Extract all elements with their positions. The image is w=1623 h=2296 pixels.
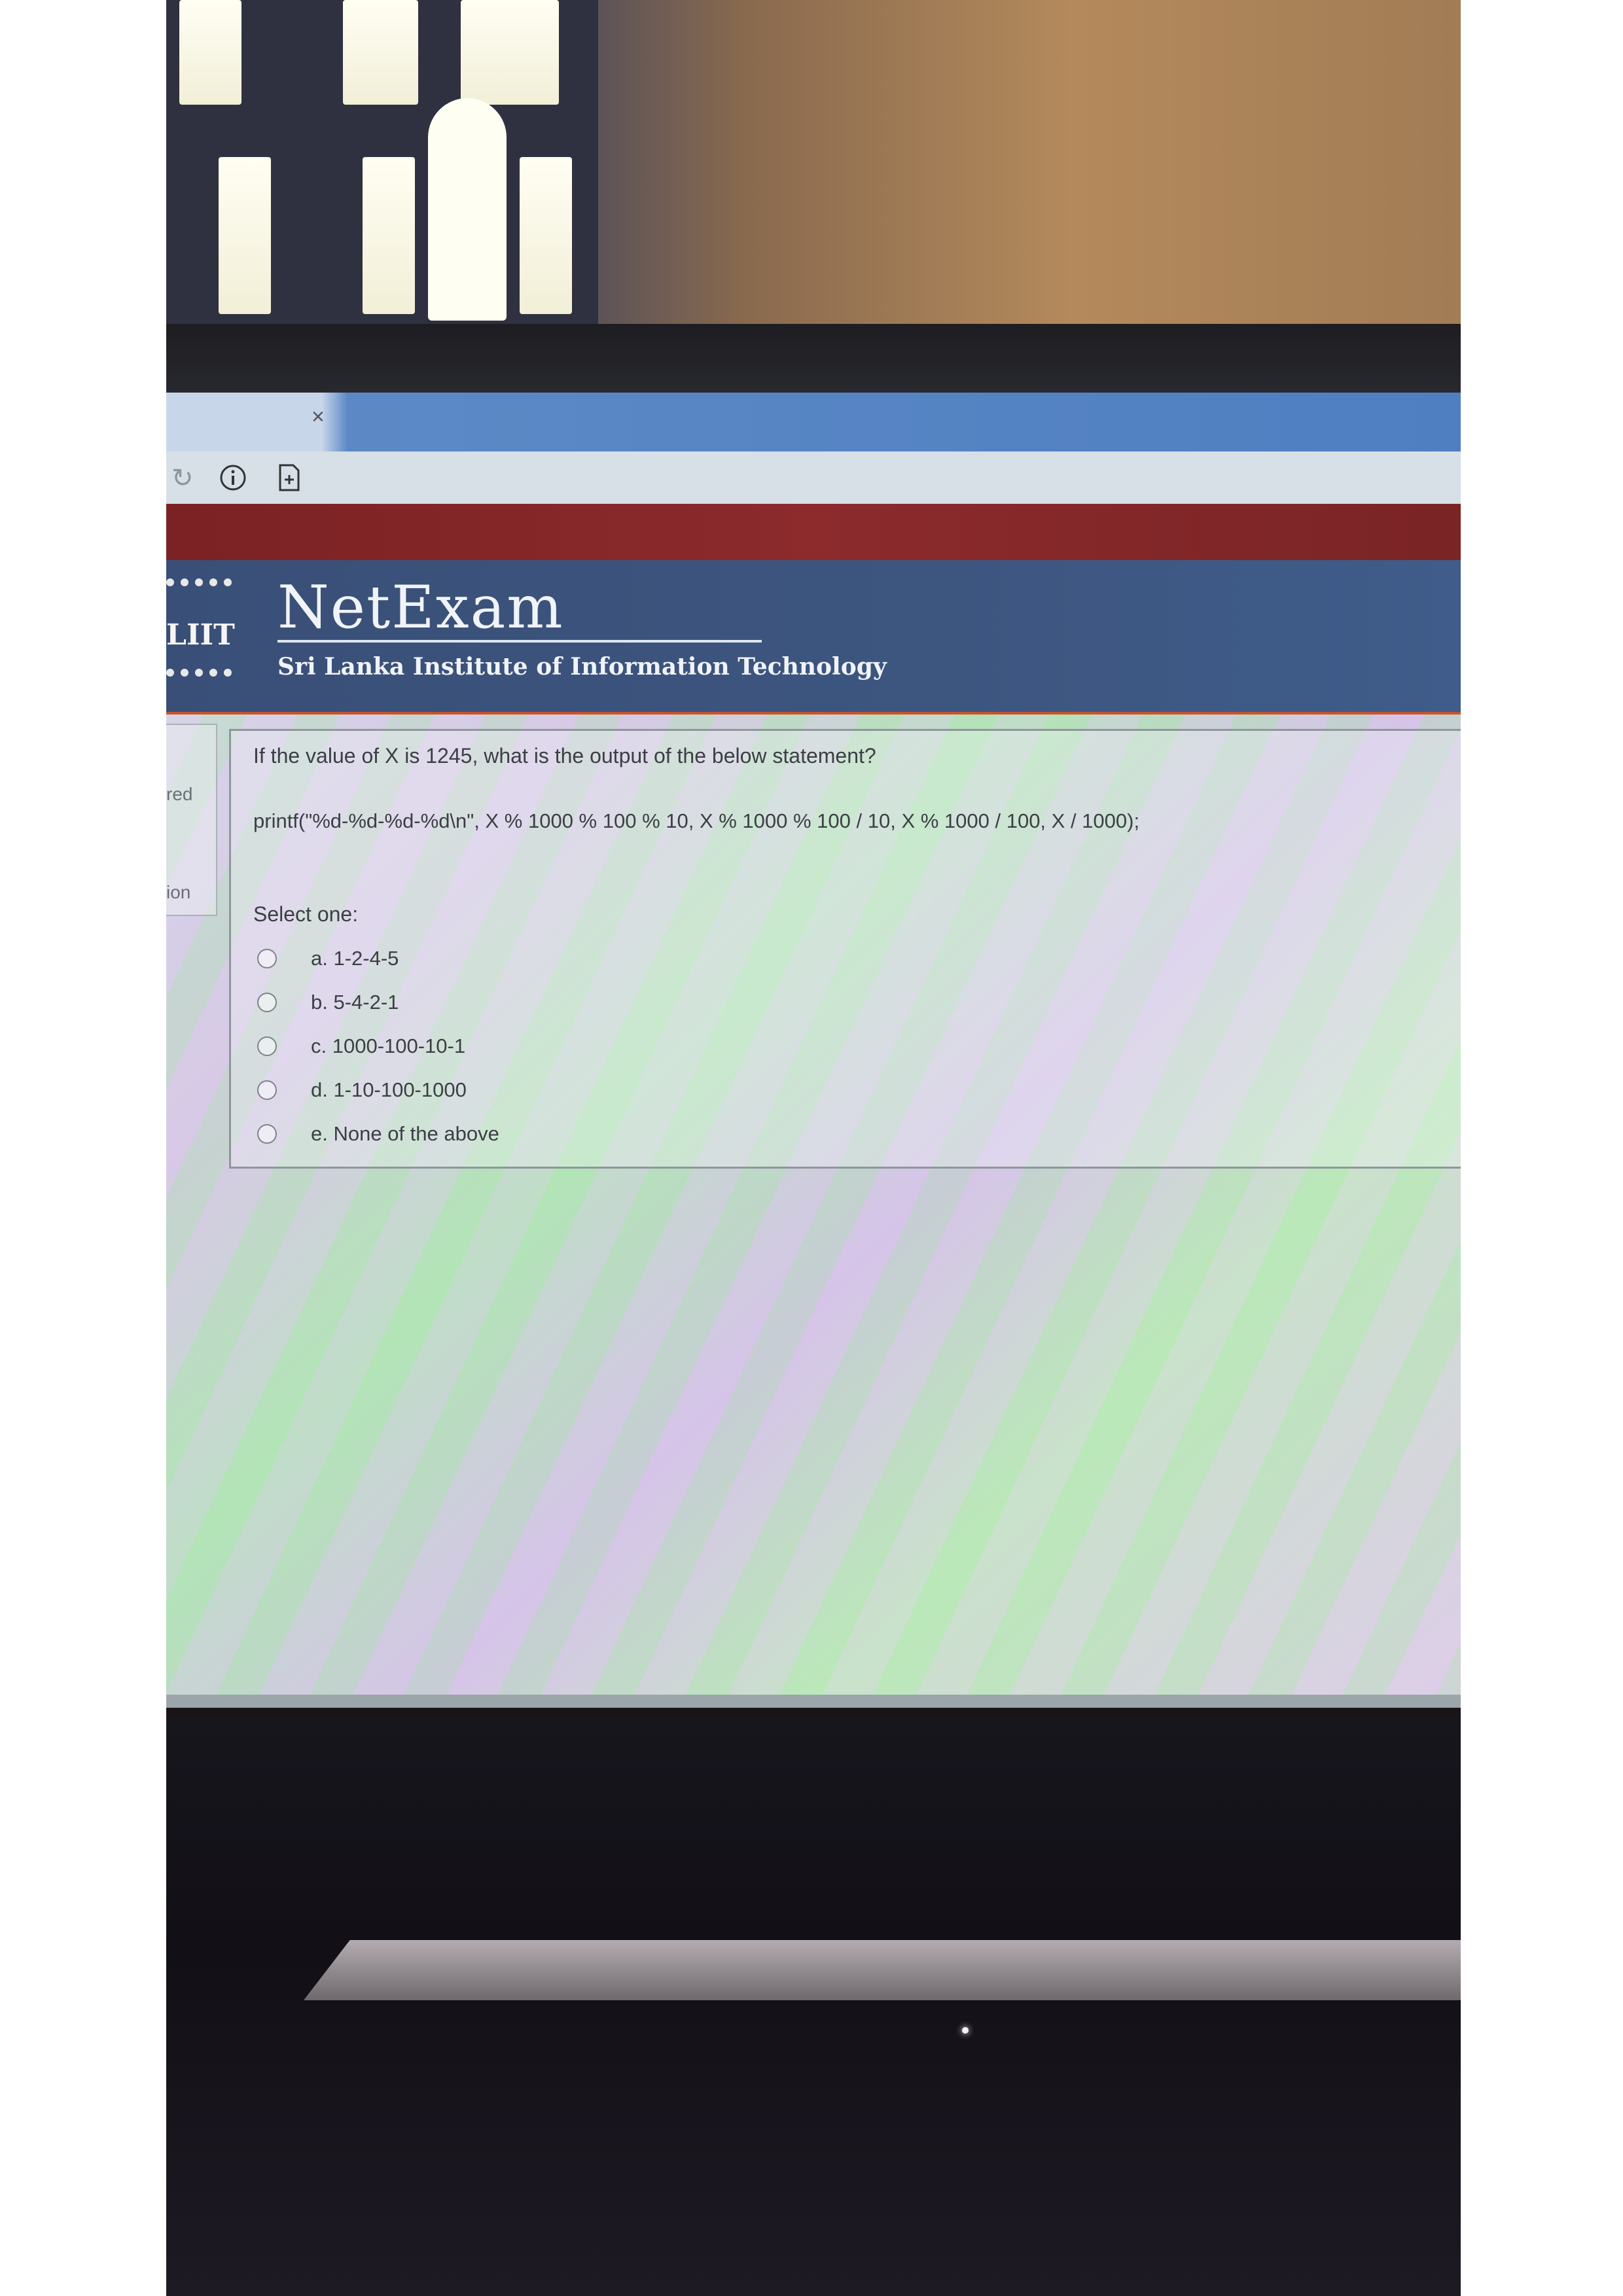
option-label[interactable]: c. 1000-100-10-1	[311, 1034, 465, 1058]
answer-option-d[interactable]: d. 1-10-100-1000	[257, 1068, 499, 1112]
answer-option-e[interactable]: e. None of the above	[257, 1112, 499, 1156]
photo-frame: × ↻ LIIT NetExam Sri Lanka Institute of …	[166, 0, 1461, 2296]
window-pane	[179, 0, 241, 105]
site-top-band	[166, 504, 1461, 560]
question-code: printf("%d-%d-%d-%d\n", X % 1000 % 100 %…	[253, 809, 1140, 832]
radio-button[interactable]	[257, 948, 277, 968]
radio-button[interactable]	[257, 1036, 277, 1056]
answer-option-c[interactable]: c. 1000-100-10-1	[257, 1024, 499, 1068]
option-label[interactable]: a. 1-2-4-5	[311, 947, 399, 970]
sliit-logo[interactable]: LIIT	[166, 578, 235, 677]
window-pane	[219, 157, 271, 314]
sidebar-status-label: ion	[166, 882, 191, 902]
brand-divider	[277, 640, 762, 643]
question-text: If the value of X is 1245, what is the o…	[253, 744, 876, 768]
question-sidebar: red ion	[166, 724, 217, 916]
room-background	[166, 0, 1461, 330]
browser-tab-bar: ×	[166, 393, 1461, 451]
sidebar-status-label: red	[166, 784, 193, 804]
laptop-body	[166, 1718, 1461, 2296]
laptop-screen: × ↻ LIIT NetExam Sri Lanka Institute of …	[166, 393, 1461, 1708]
answer-option-b[interactable]: b. 5-4-2-1	[257, 980, 499, 1024]
option-label[interactable]: b. 5-4-2-1	[311, 991, 399, 1014]
brand-title: NetExam	[277, 573, 564, 642]
power-led	[962, 2027, 969, 2034]
brand-subtitle: Sri Lanka Institute of Information Techn…	[277, 653, 887, 680]
window-grille	[166, 0, 598, 330]
screen-bottom-strip	[166, 1695, 1461, 1708]
laptop-hinge	[304, 1940, 1461, 2000]
option-label[interactable]: e. None of the above	[311, 1122, 499, 1146]
question-box: If the value of X is 1245, what is the o…	[229, 729, 1461, 1169]
select-one-label: Select one:	[253, 902, 359, 926]
page-icon[interactable]	[276, 463, 302, 499]
answer-option-a[interactable]: a. 1-2-4-5	[257, 936, 499, 980]
option-label[interactable]: d. 1-10-100-1000	[311, 1078, 467, 1102]
window-pane	[461, 0, 559, 105]
info-icon[interactable]	[219, 463, 247, 499]
site-header: LIIT NetExam Sri Lanka Institute of Info…	[166, 560, 1461, 715]
tab-close-icon[interactable]: ×	[312, 404, 325, 430]
window-pane	[363, 157, 415, 314]
window-pane	[520, 157, 572, 314]
reload-icon[interactable]: ↻	[171, 463, 194, 493]
answer-options: a. 1-2-4-5 b. 5-4-2-1 c. 1000-100-10-1 d…	[257, 936, 499, 1156]
radio-button[interactable]	[257, 992, 277, 1012]
window-arch	[428, 98, 507, 321]
browser-toolbar: ↻	[166, 451, 1461, 504]
radio-button[interactable]	[257, 1123, 277, 1144]
window-pane	[343, 0, 418, 105]
radio-button[interactable]	[257, 1080, 277, 1100]
